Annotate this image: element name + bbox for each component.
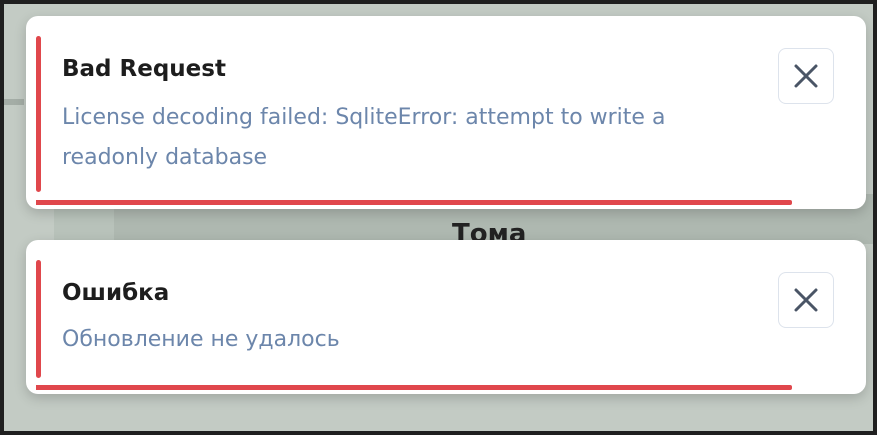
- background-divider: [4, 99, 24, 105]
- toast-progress-bar: [36, 200, 792, 205]
- toast-title: Bad Request: [62, 56, 226, 82]
- toast-close-button[interactable]: [778, 48, 834, 104]
- toast-title: Ошибка: [62, 280, 170, 306]
- toast-message: License decoding failed: SqliteError: at…: [62, 105, 666, 170]
- toast-message: Обновление не удалось: [62, 327, 340, 352]
- close-icon: [794, 288, 818, 312]
- app-frame: Тома Bad Request License decoding failed…: [4, 4, 873, 431]
- toast-accent-bar: [36, 260, 41, 378]
- toast-progress-bar: [36, 385, 792, 390]
- close-icon: [794, 64, 818, 88]
- toast-accent-bar: [36, 36, 41, 192]
- toast-error-update: Ошибка Обновление не удалось: [26, 240, 866, 394]
- toast-error-bad-request: Bad Request License decoding failed: Sql…: [26, 16, 866, 209]
- toast-close-button[interactable]: [778, 272, 834, 328]
